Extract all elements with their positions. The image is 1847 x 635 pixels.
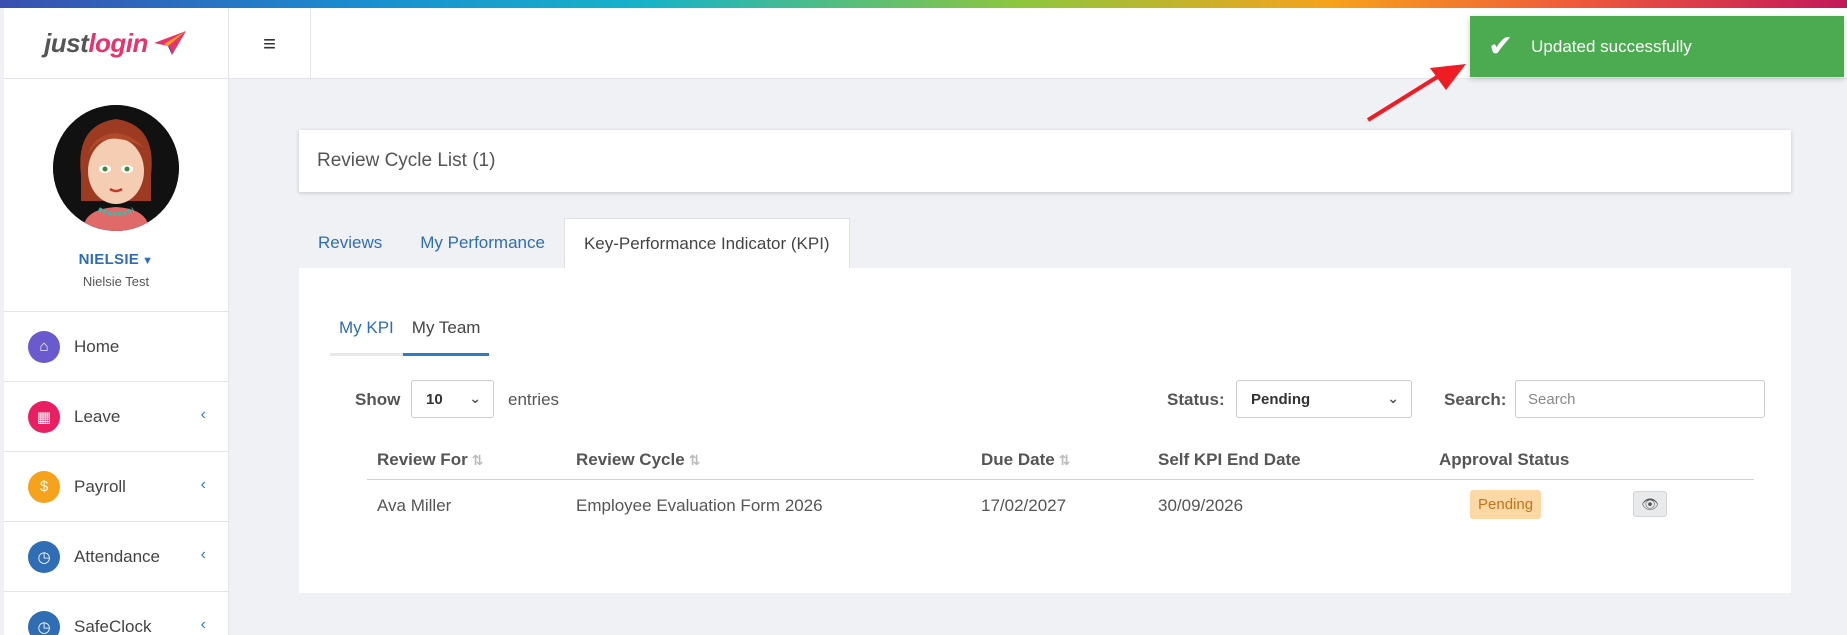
avatar[interactable] <box>53 105 179 231</box>
sidebar: justlogin NIELSIE ▼ Nielsie Test ⌂ Home … <box>4 8 229 635</box>
column-header-review-cycle[interactable]: Review Cycle ⇅ <box>576 450 700 470</box>
sort-icon: ⇅ <box>688 452 701 468</box>
page-title: Review Cycle List (1) <box>317 150 496 171</box>
view-button[interactable]: 👁 <box>1633 491 1667 517</box>
entries-value: 10 <box>426 390 443 408</box>
column-header-approval-status: Approval Status <box>1439 450 1569 470</box>
cell-review-for: Ava Miller <box>377 496 452 515</box>
sidebar-item-label: Attendance <box>74 546 161 566</box>
sort-icon: ⇅ <box>471 452 484 468</box>
sidebar-item-home[interactable]: ⌂ Home <box>4 312 228 382</box>
user-profile: NIELSIE ▼ Nielsie Test <box>4 79 228 312</box>
header-label: Review Cycle <box>576 450 685 469</box>
cell-self-kpi-end-date: 30/09/2026 <box>1158 496 1244 515</box>
show-label: Show <box>355 390 401 409</box>
sidebar-item-payroll[interactable]: $ Payroll ‹ <box>4 452 228 522</box>
search-label: Search: <box>1444 390 1507 409</box>
avatar-illustration <box>53 105 179 231</box>
caret-down-icon: ▼ <box>142 255 154 267</box>
clock-icon: ◷ <box>28 540 60 573</box>
sort-icon: ⇅ <box>1058 452 1071 468</box>
annotation-arrow <box>1366 64 1466 122</box>
payroll-icon: $ <box>28 470 60 503</box>
sidebar-item-safeclock[interactable]: ◷ SafeClock ‹ <box>4 592 228 635</box>
checkmark-icon: ✔ <box>1488 30 1514 63</box>
tab-kpi[interactable]: Key-Performance Indicator (KPI) <box>563 218 850 268</box>
sidebar-item-label: SafeClock <box>74 616 152 635</box>
table-header-divider <box>367 479 1754 480</box>
chevron-down-icon: ⌄ <box>1387 390 1399 406</box>
menu-toggle-button[interactable]: ≡ <box>229 8 311 79</box>
success-toast[interactable]: ✔ Updated successfully <box>1470 16 1844 77</box>
status-badge: Pending <box>1470 490 1542 519</box>
chevron-left-icon: ‹ <box>200 406 206 423</box>
clock-icon: ◷ <box>28 610 60 635</box>
chevron-left-icon: ‹ <box>200 546 206 563</box>
kpi-panel: My KPI My Team Show 10 ⌄ entries Status:… <box>299 268 1791 593</box>
toast-message: Updated successfully <box>1531 36 1692 56</box>
user-subtitle: Nielsie Test <box>82 274 150 289</box>
header-label: Review For <box>377 450 468 469</box>
tab-my-performance[interactable]: My Performance <box>401 218 564 268</box>
chevron-left-icon: ‹ <box>200 476 206 493</box>
tab-bar: Reviews My Performance Key-Performance I… <box>299 218 850 268</box>
search-placeholder: Search <box>1528 390 1576 408</box>
sidebar-item-leave[interactable]: ▦ Leave ‹ <box>4 382 228 452</box>
subtab-bar: My KPI My Team <box>330 313 490 356</box>
cell-review-cycle: Employee Evaluation Form 2026 <box>576 496 823 515</box>
top-gradient-bar <box>0 0 1847 8</box>
sidebar-item-label: Payroll <box>74 476 126 496</box>
header-label: Approval Status <box>1439 450 1570 469</box>
status-value: Pending <box>1251 390 1311 408</box>
entries-select[interactable]: 10 ⌄ <box>411 380 494 418</box>
chevron-left-icon: ‹ <box>200 616 206 633</box>
subtab-my-kpi[interactable]: My KPI <box>330 313 403 356</box>
paper-plane-icon <box>153 31 186 55</box>
user-name: NIELSIE <box>78 251 140 268</box>
home-icon: ⌂ <box>28 330 60 363</box>
user-name-dropdown[interactable]: NIELSIE ▼ <box>79 251 154 268</box>
eye-icon: 👁 <box>1641 495 1659 512</box>
status-select[interactable]: Pending ⌄ <box>1236 380 1412 418</box>
logo[interactable]: justlogin <box>4 8 228 79</box>
tab-reviews[interactable]: Reviews <box>299 218 401 268</box>
chevron-down-icon: ⌄ <box>469 390 481 406</box>
header-label: Self KPI End Date <box>1158 450 1301 469</box>
sidebar-item-attendance[interactable]: ◷ Attendance ‹ <box>4 522 228 592</box>
logo-text-login: login <box>88 27 148 58</box>
cell-due-date: 17/02/2027 <box>981 496 1067 515</box>
review-cycle-list-header: Review Cycle List (1) <box>299 130 1791 192</box>
logo-text-just: just <box>44 27 89 58</box>
sidebar-item-label: Home <box>74 336 120 356</box>
column-header-self-kpi-end-date: Self KPI End Date <box>1158 450 1301 470</box>
header-label: Due Date <box>981 450 1055 469</box>
subtab-my-team[interactable]: My Team <box>402 313 490 356</box>
column-header-review-for[interactable]: Review For ⇅ <box>377 450 483 470</box>
hamburger-icon: ≡ <box>263 30 276 56</box>
search-input[interactable]: Search <box>1515 380 1765 418</box>
status-label: Status: <box>1167 390 1225 409</box>
sidebar-item-label: Leave <box>74 406 121 426</box>
calendar-icon: ▦ <box>28 400 60 433</box>
entries-label: entries <box>508 390 560 409</box>
column-header-due-date[interactable]: Due Date ⇅ <box>981 450 1070 470</box>
